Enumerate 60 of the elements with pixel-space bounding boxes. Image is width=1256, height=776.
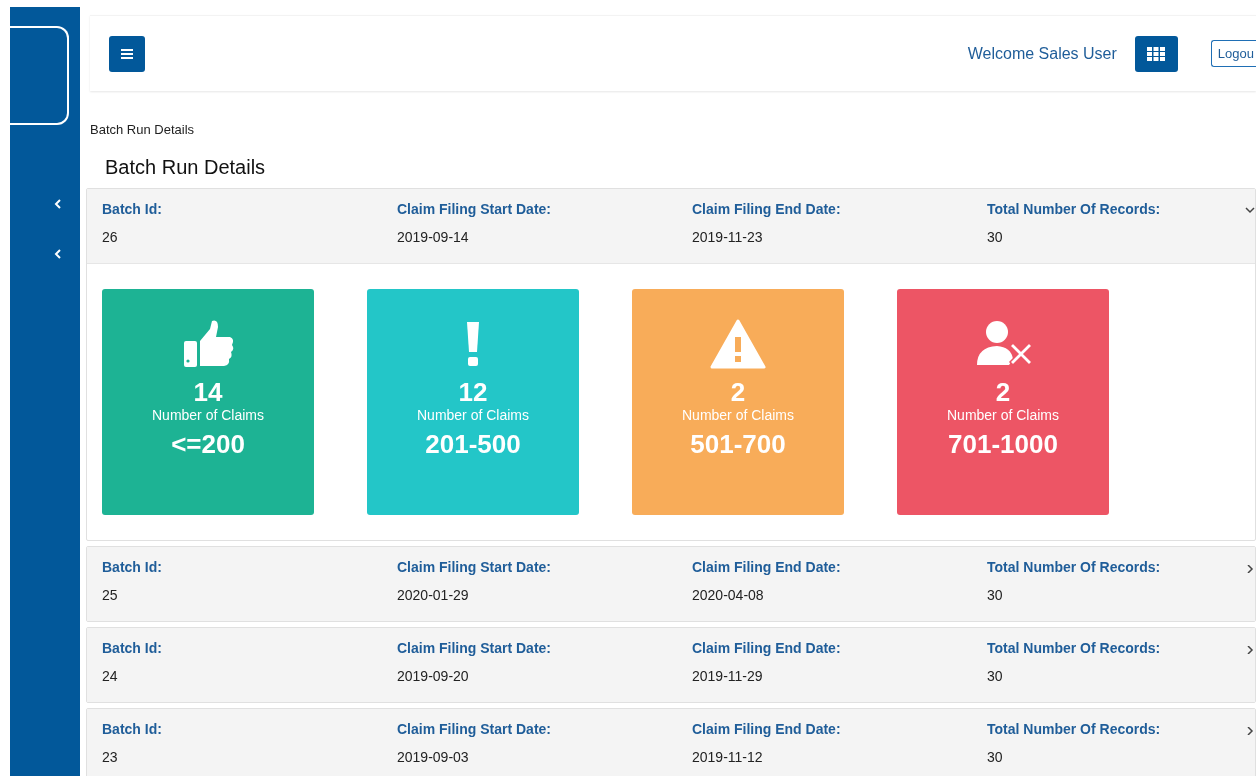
field-value: 2019-11-12 [692, 749, 764, 765]
chevron-right-icon[interactable] [1245, 565, 1255, 573]
field-label: Claim Filing End Date: [692, 721, 842, 737]
card-label: Number of Claims [152, 407, 264, 423]
field-label: Total Number Of Records: [987, 721, 1162, 737]
claim-count: 12 [458, 377, 488, 407]
field-value: 30 [987, 668, 1004, 684]
menu-icon [121, 48, 133, 59]
warning-icon [710, 319, 766, 369]
field-label: Total Number Of Records: [987, 201, 1162, 217]
field-label: Claim Filing End Date: [692, 640, 842, 656]
page-title: Batch Run Details [105, 156, 267, 180]
field-value: 2020-04-08 [692, 587, 765, 603]
field-value: 30 [987, 587, 1004, 603]
field-label: Batch Id: [102, 201, 163, 217]
field-label: Batch Id: [102, 640, 163, 656]
field-value: 26 [102, 229, 119, 245]
card-label: Number of Claims [947, 407, 1059, 423]
logout-button[interactable]: Logou [1210, 40, 1256, 67]
apps-button[interactable] [1134, 35, 1178, 72]
field-label: Batch Id: [102, 559, 163, 575]
field-label: Claim Filing Start Date: [397, 721, 553, 737]
field-label: Claim Filing Start Date: [397, 201, 553, 217]
chevron-right-icon[interactable] [1245, 646, 1255, 654]
claim-range: 701-1000 [948, 429, 1058, 460]
grid-icon [1147, 46, 1166, 61]
field-value: 2019-09-14 [397, 229, 470, 245]
field-value: 2019-11-23 [692, 229, 764, 245]
field-label: Claim Filing Start Date: [397, 640, 553, 656]
field-label: Claim Filing Start Date: [397, 559, 553, 575]
claim-count: 14 [193, 377, 223, 407]
claim-range: 501-700 [690, 429, 786, 460]
field-value: 23 [102, 749, 119, 765]
field-label: Total Number Of Records: [987, 559, 1162, 575]
chevron-left-icon[interactable] [54, 199, 62, 209]
exclamation-icon [466, 322, 480, 366]
claim-range: 201-500 [425, 429, 521, 460]
field-value: 2019-09-03 [397, 749, 470, 765]
chevron-left-icon[interactable] [54, 249, 62, 259]
field-label: Batch Id: [102, 721, 163, 737]
card-label: Number of Claims [417, 407, 529, 423]
field-value: 24 [102, 668, 119, 684]
field-label: Claim Filing End Date: [692, 201, 842, 217]
field-value: 30 [987, 749, 1004, 765]
claim-count: 2 [730, 377, 746, 407]
claim-range: <=200 [171, 429, 245, 460]
field-value: 2019-09-20 [397, 668, 470, 684]
field-value: 2019-11-29 [692, 668, 764, 684]
field-value: 30 [987, 229, 1004, 245]
chevron-down-icon[interactable] [1245, 207, 1255, 215]
field-value: 25 [102, 587, 119, 603]
welcome-text: Welcome Sales User [967, 44, 1117, 63]
menu-button[interactable] [109, 35, 145, 72]
card-label: Number of Claims [682, 407, 794, 423]
field-value: 2020-01-29 [397, 587, 470, 603]
claim-count: 2 [995, 377, 1011, 407]
field-label: Claim Filing End Date: [692, 559, 842, 575]
breadcrumb: Batch Run Details [90, 122, 196, 139]
chevron-right-icon[interactable] [1245, 727, 1255, 735]
field-label: Total Number Of Records: [987, 640, 1162, 656]
